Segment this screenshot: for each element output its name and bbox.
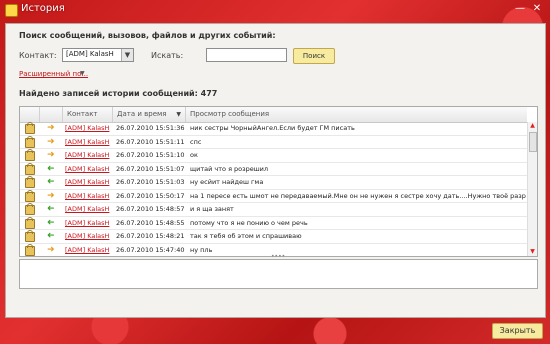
contact-label: Контакт: — [19, 51, 57, 60]
contact-dropdown-value: [ADM] KalasH — [66, 50, 114, 58]
history-panel: Поиск сообщений, вызовов, файлов и други… — [5, 23, 546, 318]
direction-arrow-icon: ➜ — [47, 217, 55, 228]
table-row[interactable]: ➜ [ADM] KalasH 26.07.2010 15:50:17 на 1 … — [20, 189, 527, 203]
row-contact-link[interactable]: [ADM] KalasH — [65, 190, 112, 202]
direction-arrow-icon: ➜ — [47, 190, 55, 201]
row-message: щитай что я розрешил — [190, 164, 269, 173]
search-input[interactable] — [206, 48, 287, 62]
header-contact[interactable]: Контакт — [63, 107, 113, 122]
row-message: ну пль — [190, 245, 213, 254]
table-row[interactable]: ➜ [ADM] KalasH 26.07.2010 15:51:11 спс — [20, 135, 527, 149]
direction-arrow-icon: ➜ — [47, 231, 55, 241]
row-datetime: 26.07.2010 15:51:11 — [116, 137, 185, 146]
scrollbar-thumb[interactable] — [529, 132, 537, 152]
window-title: История — [21, 3, 65, 14]
table-row[interactable]: ➜ [ADM] KalasH 26.07.2010 15:48:57 и я щ… — [20, 203, 527, 217]
row-contact-link[interactable]: [ADM] KalasH — [65, 163, 112, 175]
found-records-count: Найдено записей истории сообщений: 477 — [19, 89, 218, 98]
row-lock-icon — [25, 122, 37, 134]
row-lock-icon — [25, 176, 37, 188]
row-datetime: 26.07.2010 15:51:36 — [116, 124, 185, 132]
search-button[interactable]: Поиск — [293, 48, 335, 64]
table-row[interactable]: ➜ [ADM] KalasH 26.07.2010 15:48:55 потом… — [20, 216, 527, 230]
table-scrollbar[interactable]: ▲ ▼ — [527, 122, 537, 256]
header-direction-column[interactable] — [40, 107, 63, 122]
chevron-down-icon[interactable]: ▼ — [121, 49, 133, 61]
table-row[interactable]: ➜ [ADM] KalasH 26.07.2010 15:51:10 ок — [20, 149, 527, 163]
close-icon[interactable]: ✕ — [530, 3, 544, 15]
row-contact-link[interactable]: [ADM] KalasH — [65, 217, 112, 229]
direction-arrow-icon: ➜ — [47, 163, 55, 174]
row-datetime: 26.07.2010 15:51:07 — [116, 164, 185, 173]
table-header: Контакт Дата и время ▼ Просмотр сообщени… — [20, 107, 527, 123]
row-lock-icon — [25, 203, 37, 215]
row-datetime: 26.07.2010 15:51:10 — [116, 151, 185, 159]
row-message: ник сестры ЧорныйАнгел.Если будет ГМ пис… — [190, 124, 355, 132]
header-datetime[interactable]: Дата и время ▼ — [113, 107, 186, 122]
history-window: История — ✕ Поиск сообщений, вызовов, фа… — [0, 0, 550, 344]
row-contact-link[interactable]: [ADM] KalasH — [65, 136, 112, 148]
app-icon — [5, 4, 18, 17]
row-message: и я ща занят — [190, 205, 234, 213]
row-datetime: 26.07.2010 15:50:17 — [116, 191, 185, 200]
row-message: ну есйит найдеш гма — [190, 178, 264, 186]
minimize-button[interactable]: — — [513, 3, 527, 15]
row-contact-link[interactable]: [ADM] KalasH — [65, 244, 112, 256]
search-label: Искать: — [151, 51, 184, 60]
row-message: потому что я не понию о чем речь — [190, 218, 308, 227]
row-contact-link[interactable]: [ADM] KalasH — [65, 230, 112, 242]
row-lock-icon — [25, 189, 37, 202]
row-lock-icon — [25, 162, 37, 175]
row-contact-link[interactable]: [ADM] KalasH — [65, 176, 112, 188]
row-contact-link[interactable]: [ADM] KalasH — [65, 149, 112, 161]
direction-arrow-icon: ➜ — [47, 136, 55, 147]
table-rows: ➜ [ADM] KalasH 26.07.2010 15:51:36 ник с… — [20, 122, 527, 256]
direction-arrow-icon: ➜ — [47, 150, 55, 160]
row-lock-icon — [25, 216, 37, 229]
scroll-down-icon[interactable]: ▼ — [528, 248, 537, 256]
row-message: так я тебя об этом и спрашиваю — [190, 232, 302, 240]
title-bar[interactable]: История — ✕ — [0, 0, 550, 20]
direction-arrow-icon: ➜ — [47, 244, 55, 255]
row-datetime: 26.07.2010 15:48:57 — [116, 205, 185, 213]
header-icon-column[interactable] — [20, 107, 40, 122]
row-lock-icon — [25, 230, 37, 242]
row-lock-icon — [25, 243, 37, 256]
header-datetime-label: Дата и время — [117, 110, 167, 118]
direction-arrow-icon: ➜ — [47, 177, 55, 187]
table-row[interactable]: ➜ [ADM] KalasH 26.07.2010 15:51:36 ник с… — [20, 122, 527, 136]
history-table: Контакт Дата и время ▼ Просмотр сообщени… — [19, 106, 538, 257]
direction-arrow-icon: ➜ — [47, 204, 55, 214]
sort-desc-icon: ▼ — [176, 111, 181, 118]
scroll-up-icon[interactable]: ▲ — [528, 122, 537, 130]
row-message: ок — [190, 151, 198, 159]
close-button[interactable]: Закрыть — [492, 323, 543, 339]
table-row[interactable]: ➜ [ADM] KalasH 26.07.2010 15:51:07 щитай… — [20, 162, 527, 176]
row-lock-icon — [25, 135, 37, 148]
row-datetime: 26.07.2010 15:47:40 — [116, 245, 185, 254]
search-section-title: Поиск сообщений, вызовов, файлов и други… — [19, 31, 276, 40]
contact-dropdown[interactable]: [ADM] KalasH ▼ — [62, 48, 134, 62]
row-datetime: 26.07.2010 15:48:55 — [116, 218, 185, 227]
direction-arrow-icon: ➜ — [47, 123, 55, 133]
row-datetime: 26.07.2010 15:48:21 — [116, 232, 185, 240]
table-row[interactable]: ➜ [ADM] KalasH 26.07.2010 15:51:03 ну ес… — [20, 176, 527, 190]
row-lock-icon — [25, 149, 37, 161]
expand-arrow-icon[interactable]: ▼ — [80, 70, 85, 77]
table-row[interactable]: ➜ [ADM] KalasH 26.07.2010 15:48:21 так я… — [20, 230, 527, 244]
row-message: на 1 пересе есть шмот не передаваемый.Мн… — [190, 191, 526, 200]
row-message: спс — [190, 137, 202, 146]
row-contact-link[interactable]: [ADM] KalasH — [65, 203, 112, 215]
row-datetime: 26.07.2010 15:51:03 — [116, 178, 185, 186]
row-contact-link[interactable]: [ADM] KalasH — [65, 122, 112, 134]
header-message[interactable]: Просмотр сообщения — [186, 107, 527, 122]
message-preview-pane[interactable] — [19, 259, 538, 289]
advanced-search-link[interactable]: Расширенный по... — [19, 70, 88, 78]
